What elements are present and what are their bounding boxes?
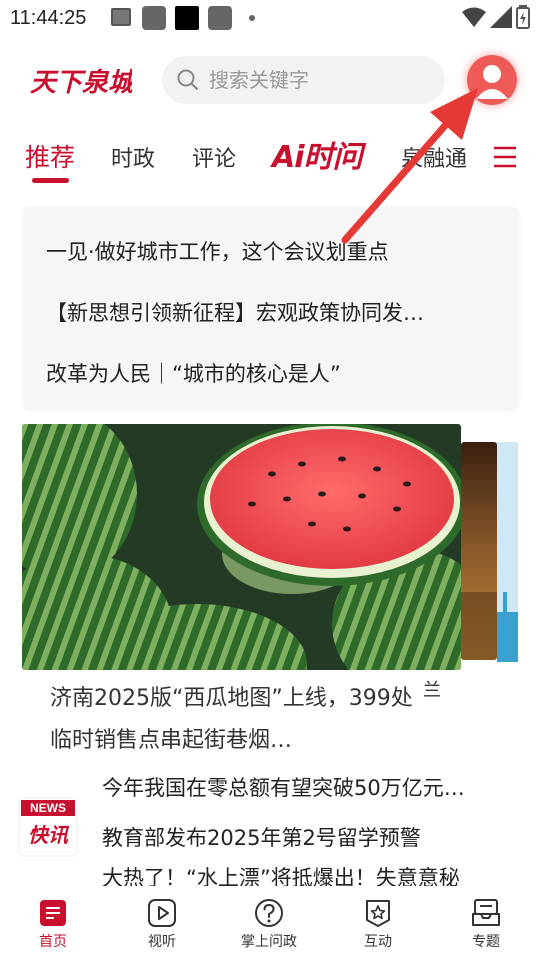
news-flash-ticker: 今年我国在零总额有望突破50万亿元… 教育部发布2025年第2号留学预警 大热了… <box>100 774 520 886</box>
home-news-icon <box>40 900 66 926</box>
more-notifications-icon <box>249 15 255 21</box>
search-icon <box>177 69 198 90</box>
news-flash-badge[interactable]: NEWS 快讯 <box>18 797 78 857</box>
news-flash-item[interactable]: 今年我国在零总额有望突破50万亿元… <box>102 774 512 802</box>
carousel-caption[interactable]: 济南2025版“西瓜地图”上线，399处临时销售点串起街巷烟… <box>50 678 420 762</box>
bottom-nav-label: 互动 <box>364 934 392 950</box>
app-notification-icon <box>208 6 232 30</box>
signal-icon <box>490 6 512 28</box>
next-slide-caption-peek: 兰 <box>423 680 441 701</box>
news-flash-badge-bottom: 快讯 <box>28 823 70 847</box>
carousel-next-slide[interactable] <box>461 442 497 660</box>
app-notification-icon <box>142 6 166 30</box>
carousel-main-slide[interactable] <box>22 424 461 670</box>
headline-item[interactable]: 一见·做好城市工作，这个会议划重点 <box>46 236 486 266</box>
tab-quan-rong-tong[interactable]: 泉融通 <box>401 141 467 173</box>
bottom-nav-interact[interactable]: 互动 <box>333 898 423 951</box>
app-notification-icon <box>175 6 199 30</box>
search-box[interactable] <box>162 56 445 104</box>
city-night-image <box>461 442 497 660</box>
inbox-tray-icon <box>472 899 500 926</box>
question-icon <box>255 899 283 927</box>
city-skyline-image <box>497 442 518 662</box>
play-video-icon <box>148 899 176 927</box>
bottom-nav-label: 视听 <box>148 934 176 950</box>
status-time: 11:44:25 <box>10 7 87 29</box>
bottom-nav-label: 掌上问政 <box>241 934 297 950</box>
news-flash-badge-top: NEWS <box>30 801 66 815</box>
tab-politics[interactable]: 时政 <box>111 141 155 173</box>
user-avatar-button[interactable] <box>467 55 517 105</box>
bottom-nav-label: 首页 <box>39 934 67 950</box>
logo-calligraphy-icon: 天下泉城 <box>30 68 138 98</box>
bottom-navigation: 首页 视听 掌上问政 互动 专题 <box>0 886 540 960</box>
tab-recommend[interactable]: 推荐 <box>25 138 75 174</box>
logo-text: 天下泉城 <box>30 68 132 98</box>
user-profile-icon <box>476 65 508 99</box>
wifi-icon <box>462 7 486 27</box>
channel-tabs: 推荐 时政 评论 Ai时问 泉融通 <box>0 130 540 186</box>
bottom-nav-home[interactable]: 首页 <box>8 898 98 951</box>
news-carousel[interactable] <box>22 424 518 670</box>
active-tab-indicator <box>32 178 69 183</box>
bottom-nav-ask-government[interactable]: 掌上问政 <box>224 898 314 951</box>
news-flash-item[interactable]: 大热了！“水上漂”将抵爆出！失意意秘 <box>102 862 512 886</box>
news-flash-logo-icon: NEWS 快讯 <box>18 797 78 857</box>
headline-item[interactable]: 改革为人民｜“城市的核心是人” <box>46 358 486 388</box>
battery-icon <box>516 5 530 29</box>
bottom-nav-video[interactable]: 视听 <box>117 898 207 951</box>
tab-ai-ask[interactable]: Ai时问 <box>272 134 363 175</box>
tab-ai-label: Ai时问 <box>272 140 363 175</box>
status-bar: 11:44:25 <box>0 0 540 38</box>
bottom-nav-label: 专题 <box>472 934 500 950</box>
star-badge-icon <box>366 900 390 927</box>
photo-notification-icon <box>111 8 131 26</box>
headline-item[interactable]: 【新思想引领新征程】宏观政策协同发… <box>46 297 486 327</box>
watermelon-image <box>22 424 461 670</box>
tab-comments[interactable]: 评论 <box>192 141 236 173</box>
bottom-nav-topics[interactable]: 专题 <box>441 898 531 951</box>
headline-card: 一见·做好城市工作，这个会议划重点 【新思想引领新征程】宏观政策协同发… 改革为… <box>24 207 518 409</box>
news-flash-item[interactable]: 教育部发布2025年第2号留学预警 <box>102 822 512 852</box>
app-logo: 天下泉城 <box>30 62 138 98</box>
search-input[interactable] <box>209 56 429 104</box>
carousel-peek-slide <box>497 442 518 662</box>
channel-menu-icon[interactable] <box>492 144 518 170</box>
